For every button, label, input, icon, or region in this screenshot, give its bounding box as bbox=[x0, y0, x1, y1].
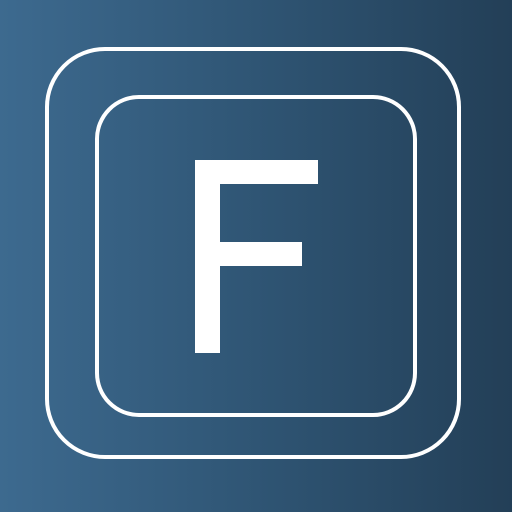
letter-f-icon: F bbox=[195, 160, 318, 353]
